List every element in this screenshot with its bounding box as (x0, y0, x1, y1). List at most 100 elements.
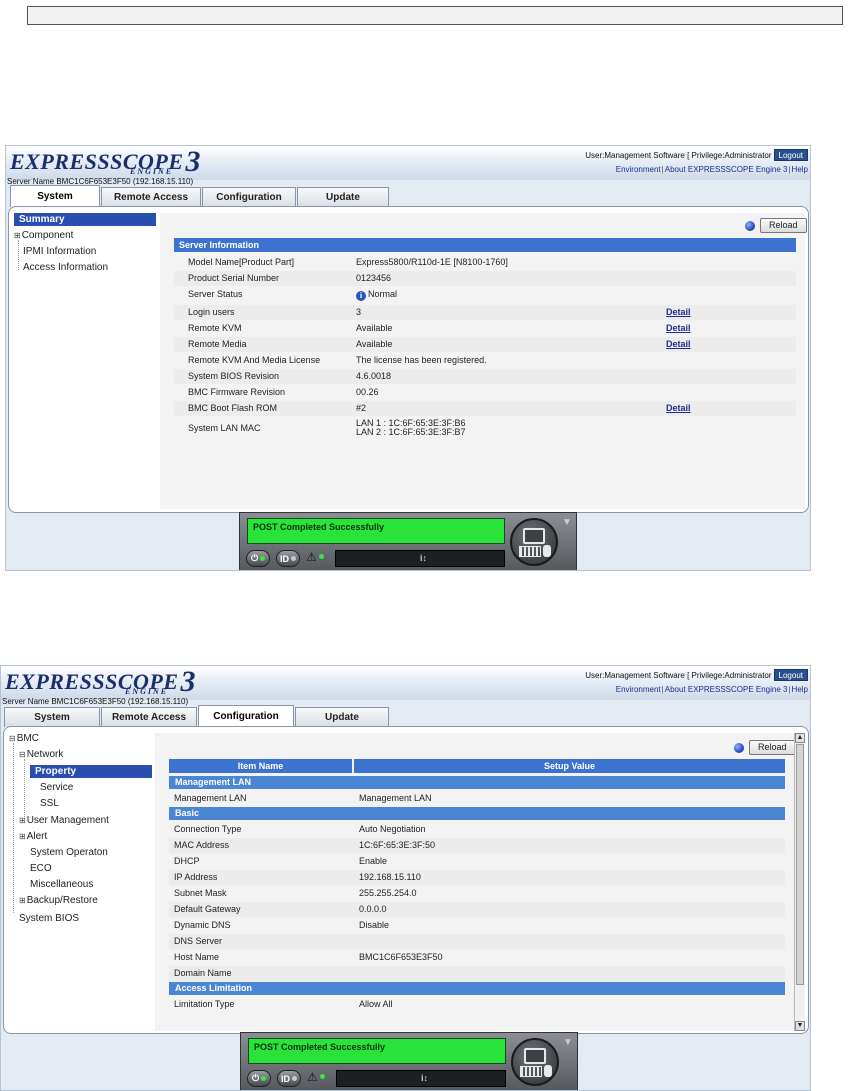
row-label: Dynamic DNS (174, 920, 231, 930)
sidebar-item-eco[interactable]: ECO (30, 863, 52, 874)
column-header-item-name: Item Name (169, 759, 352, 773)
sidebar-item-user-management[interactable]: ⊞User Management (19, 815, 109, 826)
row-label: Limitation Type (174, 999, 235, 1009)
sidebar-item-service[interactable]: Service (40, 782, 73, 793)
tab-update[interactable]: Update (297, 187, 389, 207)
row-value: Express5800/R110d-1E [N8100-1760] (356, 257, 508, 267)
about-link[interactable]: About EXPRESSSCOPE Engine 3 (665, 165, 788, 174)
row-value: Enable (359, 856, 388, 866)
detail-link[interactable]: Detail (666, 401, 691, 416)
message-box: i↕ (336, 1070, 506, 1087)
header-links: Environment|About EXPRESSSCOPE Engine 3|… (615, 165, 808, 174)
sidebar-item-network[interactable]: ⊟Network (19, 749, 63, 760)
header-bar: EXPRESSSCOPE3 ENGINE User:Management Sof… (6, 146, 810, 180)
sidebar-item-alert[interactable]: ⊞Alert (19, 831, 47, 842)
row-label: Remote KVM (188, 323, 242, 333)
keyboard-icon (520, 1066, 542, 1077)
row-label: Login users (188, 307, 235, 317)
table-row: System BIOS Revision 4.6.0018 (174, 369, 796, 384)
server-name: Server Name BMC1C6F653E3F50 (192.168.15.… (2, 697, 189, 706)
scroll-down-button[interactable]: ▼ (795, 1021, 805, 1031)
remote-kvm-button[interactable] (510, 518, 558, 566)
vertical-scrollbar[interactable]: ▲ ▼ (794, 733, 805, 1031)
warning-triangle-icon: ⚠ (306, 550, 324, 564)
help-link[interactable]: Help (792, 685, 808, 694)
environment-link[interactable]: Environment (616, 685, 661, 694)
row-value: Management LAN (359, 793, 432, 803)
collapse-triangle-icon[interactable]: ▼ (563, 1037, 573, 1048)
expand-plus-icon[interactable]: ⊞ (19, 832, 26, 841)
reload-button[interactable]: Reload (749, 740, 796, 755)
row-label: Default Gateway (174, 904, 241, 914)
row-value: Allow All (359, 999, 393, 1009)
tab-configuration[interactable]: Configuration (198, 705, 294, 727)
logout-button[interactable]: Logout (773, 669, 808, 681)
id-button[interactable]: ID (276, 550, 300, 567)
row-value: The license has been registered. (356, 355, 487, 365)
row-label: Model Name[Product Part] (188, 257, 295, 267)
scroll-up-button[interactable]: ▲ (795, 733, 805, 743)
table-row: Dynamic DNS Disable (169, 918, 785, 933)
environment-link[interactable]: Environment (616, 165, 661, 174)
about-link[interactable]: About EXPRESSSCOPE Engine 3 (665, 685, 788, 694)
row-label: MAC Address (174, 840, 230, 850)
row-label: System LAN MAC (188, 423, 261, 433)
sidebar-item-system-bios[interactable]: System BIOS (19, 913, 79, 924)
sidebar-item-backup-restore[interactable]: ⊞Backup/Restore (19, 895, 98, 906)
tab-remote-access[interactable]: Remote Access (101, 707, 197, 727)
sidebar-item-miscellaneous[interactable]: Miscellaneous (30, 879, 93, 890)
row-label: Connection Type (174, 824, 242, 834)
help-globe-icon[interactable] (734, 743, 744, 753)
expand-minus-icon[interactable]: ⊟ (9, 734, 16, 743)
sidebar-item-access-information[interactable]: Access Information (23, 262, 108, 273)
id-button[interactable]: ID (277, 1070, 301, 1087)
table-row: Product Serial Number 0123456 (174, 271, 796, 286)
screenshot-configuration-property: EXPRESSSCOPE3 ENGINE User:Management Sof… (0, 665, 811, 1091)
table-row: BMC Firmware Revision 00.26 (174, 385, 796, 400)
sidebar-item-property[interactable]: Property (30, 765, 152, 778)
scroll-thumb[interactable] (796, 744, 804, 985)
power-button[interactable]: ⏻ (247, 1070, 271, 1087)
logout-button[interactable]: Logout (773, 149, 808, 161)
row-value: 3 (356, 307, 362, 317)
server-information-header: Server Information (174, 238, 796, 252)
post-status-display: POST Completed Successfully (248, 1038, 506, 1064)
user-info: User:Management Software [ Privilege:Adm… (585, 151, 776, 160)
sidebar-item-component[interactable]: ⊞Component (14, 230, 73, 241)
row-value: 00.26 (356, 387, 379, 397)
expand-minus-icon[interactable]: ⊟ (19, 750, 26, 759)
reload-button[interactable]: Reload (760, 218, 807, 233)
help-link[interactable]: Help (792, 165, 808, 174)
help-globe-icon[interactable] (745, 221, 755, 231)
tab-configuration[interactable]: Configuration (202, 187, 296, 207)
sidebar-item-summary[interactable]: Summary (14, 213, 156, 226)
tab-update[interactable]: Update (295, 707, 389, 727)
row-label: IP Address (174, 872, 218, 882)
row-value: 255.255.254.0 (359, 888, 417, 898)
row-value: 1C:6F:65:3E:3F:50 (359, 840, 436, 850)
detail-link[interactable]: Detail (666, 337, 691, 352)
tab-remote-access[interactable]: Remote Access (101, 187, 201, 207)
sidebar-item-system-operation[interactable]: System Operaton (30, 847, 108, 858)
top-empty-box (27, 6, 843, 25)
row-label: DNS Server (174, 936, 223, 946)
detail-link[interactable]: Detail (666, 305, 691, 320)
sidebar-item-ipmi-information[interactable]: IPMI Information (23, 246, 96, 257)
column-header-setup-value: Setup Value (354, 759, 785, 773)
expand-plus-icon[interactable]: ⊞ (19, 896, 26, 905)
tab-system[interactable]: System (4, 707, 100, 727)
expand-plus-icon[interactable]: ⊞ (19, 816, 26, 825)
section-header: Access Limitation (169, 982, 785, 995)
power-button[interactable]: ⏻ (246, 550, 270, 567)
table-row: Remote Media Available Detail (174, 337, 796, 352)
sidebar-item-ssl[interactable]: SSL (40, 798, 59, 809)
row-label: BMC Boot Flash ROM (188, 403, 278, 413)
tab-system[interactable]: System (10, 185, 100, 207)
table-row: MAC Address 1C:6F:65:3E:3F:50 (169, 838, 785, 853)
remote-kvm-button[interactable] (511, 1038, 559, 1086)
table-row: Host Name BMC1C6F653E3F50 (169, 950, 785, 965)
detail-link[interactable]: Detail (666, 321, 691, 336)
expand-plus-icon[interactable]: ⊞ (14, 231, 21, 240)
collapse-triangle-icon[interactable]: ▼ (562, 517, 572, 528)
main-panel: Summary ⊞Component IPMI Information Acce… (8, 206, 809, 513)
